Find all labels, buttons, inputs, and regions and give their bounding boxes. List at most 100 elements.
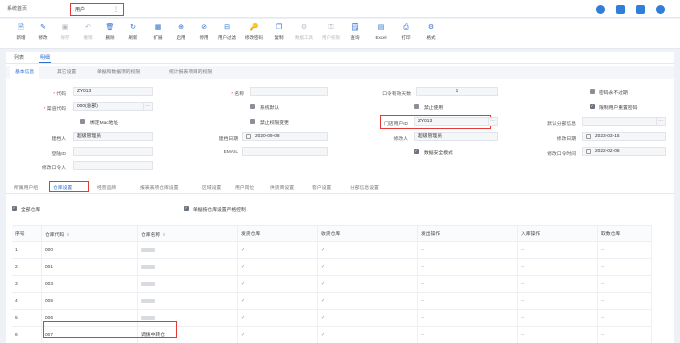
toolbar-button-15[interactable]: ▤ Excel bbox=[368, 22, 394, 46]
tab-more-icon[interactable]: ⋮ bbox=[113, 4, 119, 17]
tab-report-permissions[interactable]: 统计报表项目的权限 bbox=[164, 66, 217, 79]
data-security-checkbox[interactable] bbox=[414, 148, 419, 154]
tab-user[interactable]: 用户 ⋮ bbox=[70, 3, 124, 16]
settings-icon[interactable] bbox=[656, 5, 665, 14]
toolbar-button-11[interactable]: ❐ 复制 bbox=[266, 22, 292, 46]
shirt-icon[interactable] bbox=[616, 5, 625, 14]
dash-cell[interactable]: -- bbox=[418, 242, 518, 259]
setting-tab-7[interactable]: 客户设置 bbox=[312, 184, 331, 191]
toolbar-button-12[interactable]: ⚙ 数据工具 bbox=[291, 22, 317, 46]
dash-cell[interactable]: -- bbox=[598, 276, 652, 293]
dash-cell[interactable]: -- bbox=[418, 310, 518, 327]
tab-list[interactable]: 列表 bbox=[14, 54, 24, 61]
tab-other-settings[interactable]: 其它设置 bbox=[52, 66, 81, 79]
store-user-id-field[interactable]: ZY013 ··· bbox=[414, 117, 498, 126]
check-cell[interactable]: ✓ bbox=[238, 327, 318, 343]
dash-cell[interactable]: -- bbox=[418, 259, 518, 276]
setting-tab-8[interactable]: 分部信息设置 bbox=[350, 184, 379, 191]
sort-icon[interactable]: ⇕ bbox=[162, 232, 165, 237]
tab-basic-info[interactable]: 基本信息 bbox=[10, 66, 40, 79]
dash-cell[interactable]: -- bbox=[518, 310, 598, 327]
pwd-days-field[interactable]: 1 bbox=[416, 87, 498, 96]
column-header[interactable]: 发出操作 bbox=[418, 226, 518, 243]
channel-lookup-icon[interactable]: ··· bbox=[143, 103, 151, 110]
check-cell[interactable]: ✓ bbox=[238, 293, 318, 310]
toolbar-button-label: 查询 bbox=[350, 35, 360, 40]
check-cell[interactable]: ✓ bbox=[318, 327, 418, 343]
column-header[interactable]: 收货仓库 bbox=[318, 226, 418, 243]
dash-cell[interactable]: -- bbox=[418, 327, 518, 343]
dash-cell[interactable]: -- bbox=[598, 327, 652, 343]
toolbar-button-10[interactable]: 🔑 修改密码 bbox=[241, 22, 267, 46]
table-row[interactable]: 3 003 ✓ ✓ -- -- -- bbox=[12, 276, 652, 293]
forbid-use-checkbox[interactable] bbox=[414, 104, 419, 109]
tab-doc-permissions[interactable]: 单据和数据项的权限 bbox=[92, 66, 145, 79]
check-cell[interactable]: ✓ bbox=[238, 259, 318, 276]
tab-detail[interactable]: 明细 bbox=[38, 54, 52, 63]
default-dept-field[interactable]: ··· bbox=[582, 117, 666, 126]
check-cell[interactable]: ✓ bbox=[318, 293, 418, 310]
check-cell[interactable]: ✓ bbox=[318, 242, 418, 259]
default-dept-lookup-icon[interactable]: ··· bbox=[656, 118, 664, 125]
column-header[interactable]: 取数仓库 bbox=[598, 226, 652, 243]
monitor-icon[interactable] bbox=[636, 5, 645, 14]
toolbar-button-13[interactable]: ⚿ 用户权限 bbox=[318, 22, 344, 46]
toolbar-button-5[interactable]: ↻ 刷新 bbox=[120, 22, 146, 46]
dash-cell[interactable]: -- bbox=[518, 276, 598, 293]
table-row[interactable]: 4 005 ✓ ✓ -- -- -- bbox=[12, 293, 652, 310]
pwd-never-expire-checkbox[interactable] bbox=[590, 89, 595, 94]
dash-cell[interactable]: -- bbox=[518, 327, 598, 343]
toolbar-button-14[interactable]: 🗒 查询 bbox=[342, 22, 368, 46]
check-cell[interactable]: ✓ bbox=[238, 310, 318, 327]
name-field[interactable] bbox=[250, 87, 328, 96]
check-cell[interactable]: ✓ bbox=[318, 276, 418, 293]
setting-tab-0[interactable]: 所属用户组 bbox=[14, 184, 38, 191]
check-cell[interactable]: ✓ bbox=[318, 310, 418, 327]
dash-cell[interactable]: -- bbox=[598, 242, 652, 259]
sys-default-checkbox[interactable] bbox=[250, 104, 255, 109]
modify-date-field[interactable]: 2023-03-15 bbox=[582, 132, 666, 141]
setting-tab-2[interactable]: 经营品牌 bbox=[97, 184, 116, 191]
stop-perm-change-checkbox[interactable] bbox=[250, 119, 255, 124]
warehouse-name bbox=[138, 242, 238, 259]
limit-reset-pwd-checkbox[interactable] bbox=[590, 103, 595, 109]
email-field[interactable] bbox=[242, 147, 328, 156]
dash-cell[interactable]: -- bbox=[598, 259, 652, 276]
dash-cell[interactable]: -- bbox=[518, 293, 598, 310]
code-field[interactable]: ZY013 bbox=[73, 87, 153, 96]
dash-cell[interactable]: -- bbox=[518, 242, 598, 259]
create-date-field[interactable]: 2020-09-08 bbox=[242, 132, 328, 141]
dash-cell[interactable]: -- bbox=[518, 259, 598, 276]
dash-cell[interactable]: -- bbox=[418, 293, 518, 310]
bind-mac-checkbox[interactable] bbox=[80, 119, 85, 124]
check-cell[interactable]: ✓ bbox=[238, 242, 318, 259]
toolbar-button-9[interactable]: ⊟ 用户过滤 bbox=[214, 22, 240, 46]
check-cell[interactable]: ✓ bbox=[238, 276, 318, 293]
check-cell[interactable]: ✓ bbox=[318, 259, 418, 276]
dash-cell[interactable]: -- bbox=[598, 310, 652, 327]
column-header[interactable]: 入库操作 bbox=[518, 226, 598, 243]
setting-tab-5[interactable]: 用户岗位 bbox=[235, 184, 254, 191]
store-user-lookup-icon[interactable]: ··· bbox=[488, 118, 496, 125]
sort-icon[interactable]: ⇕ bbox=[66, 232, 69, 237]
column-header[interactable]: 仓库名称 ⇕ bbox=[138, 226, 238, 243]
setting-tab-6[interactable]: 供货商设置 bbox=[270, 184, 294, 191]
setting-tab-3[interactable]: 报表表项仓库设置 bbox=[140, 184, 178, 191]
column-header[interactable]: 发货仓库 bbox=[238, 226, 318, 243]
column-header[interactable]: 仓库代码 ⇕ bbox=[42, 226, 138, 243]
location-icon[interactable] bbox=[596, 5, 605, 14]
toolbar-button-17[interactable]: ⚙ 格式 bbox=[418, 22, 444, 46]
dash-cell[interactable]: -- bbox=[598, 293, 652, 310]
column-header[interactable]: 序号 bbox=[12, 226, 42, 243]
table-row[interactable]: 2 001 ✓ ✓ -- -- -- bbox=[12, 259, 652, 276]
setting-tab-4[interactable]: 区域设置 bbox=[202, 184, 221, 191]
tab-home[interactable]: 系统首页 bbox=[3, 3, 57, 16]
pwd-modify-time-field[interactable]: 2022-02-06 bbox=[582, 147, 666, 156]
channel-code-field[interactable]: 000(总部) ··· bbox=[73, 102, 153, 111]
all-warehouses-checkbox[interactable] bbox=[12, 205, 17, 211]
login-id-field[interactable] bbox=[73, 147, 153, 156]
table-row[interactable]: 1 000 ✓ ✓ -- -- -- bbox=[12, 242, 652, 259]
dash-cell[interactable]: -- bbox=[418, 276, 518, 293]
single-doc-control-checkbox[interactable] bbox=[184, 205, 189, 211]
toolbar-button-16[interactable]: ⎙ 打印 bbox=[393, 22, 419, 46]
